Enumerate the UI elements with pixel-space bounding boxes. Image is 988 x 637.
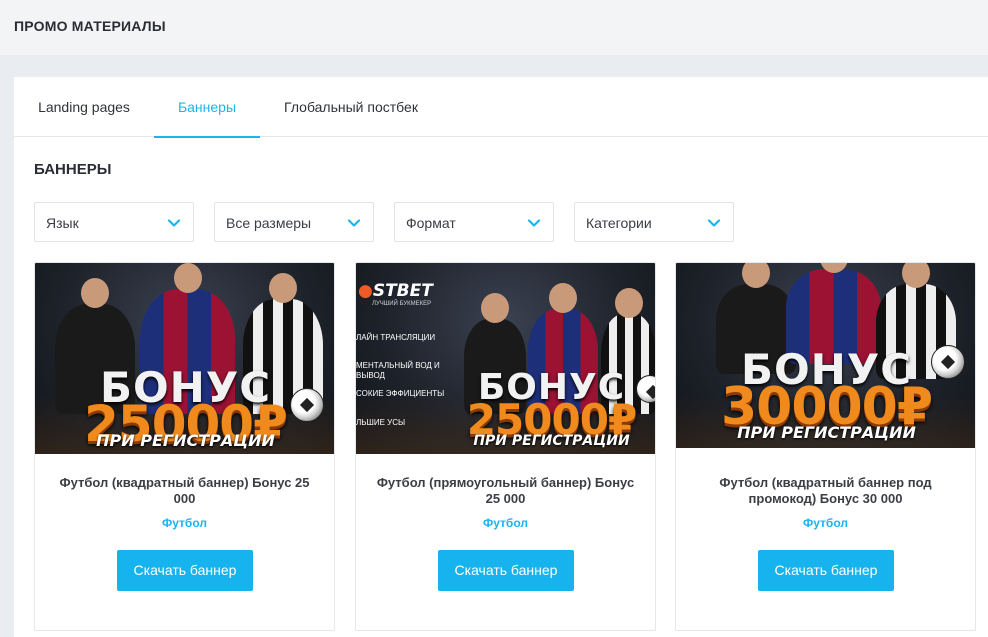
banner-subtitle: ПРИ РЕГИСТРАЦИИ <box>96 431 275 450</box>
select-value: Категории <box>586 215 652 231</box>
card-title: Футбол (квадратный баннер) Бонус 25 000 <box>59 475 310 506</box>
chevron-down-icon <box>347 219 361 227</box>
banner-card: ●STBET ЛУЧШИЙ БУКМЕКЕР ЛАЙН ТРАНСЛЯЦИИ М… <box>355 262 656 631</box>
language-select[interactable]: Язык <box>34 202 194 242</box>
select-value: Язык <box>46 215 79 231</box>
card-title: Футбол (квадратный баннер под промокод) … <box>719 475 932 506</box>
football-icon <box>636 375 655 403</box>
banner-image: ●STBET ЛУЧШИЙ БУКМЕКЕР ЛАЙН ТРАНСЛЯЦИИ М… <box>356 263 655 454</box>
card-title: Футбол (прямоугольный баннер) Бонус 25 0… <box>376 475 635 506</box>
download-banner-button[interactable]: Скачать баннер <box>438 550 574 591</box>
banner-subtitle: ПРИ РЕГИСТРАЦИИ <box>737 423 916 442</box>
category-select[interactable]: Категории <box>574 202 734 242</box>
banner-feature: МЕНТАЛЬНЫЙ ВОД И ВЫВОД <box>356 361 440 380</box>
card-category[interactable]: Футбол <box>35 516 334 530</box>
chevron-down-icon <box>167 219 181 227</box>
football-icon <box>931 345 965 379</box>
banner-feature: ЛЬШИЕ УСЫ <box>356 418 406 427</box>
select-value: Все размеры <box>226 215 312 231</box>
page-title: ПРОМО МАТЕРИАЛЫ <box>14 18 166 34</box>
chevron-down-icon <box>527 219 541 227</box>
banner-subtitle: ПРИ РЕГИСТРАЦИИ <box>473 433 630 449</box>
tab-global-postback[interactable]: Глобальный постбек <box>268 77 434 137</box>
football-icon <box>290 388 324 422</box>
banner-feature: ЛАЙН ТРАНСЛЯЦИИ <box>356 333 436 342</box>
tab-bar: Landing pages Баннеры Глобальный постбек <box>14 77 988 138</box>
format-select[interactable]: Формат <box>394 202 554 242</box>
download-banner-button[interactable]: Скачать баннер <box>117 550 253 591</box>
banner-image: БОНУС 30000₽ ПРИ РЕГИСТРАЦИИ <box>676 263 975 454</box>
banner-card: БОНУС 30000₽ ПРИ РЕГИСТРАЦИИ Футбол (ква… <box>675 262 976 631</box>
banner-feature: СОКИЕ ЭФФИЦИЕНТЫ <box>356 389 445 398</box>
banner-steps-strip <box>676 448 975 454</box>
select-value: Формат <box>406 215 456 231</box>
banner-card: БОНУС 25000₽ ПРИ РЕГИСТРАЦИИ Футбол (ква… <box>34 262 335 631</box>
chevron-down-icon <box>707 219 721 227</box>
size-select[interactable]: Все размеры <box>214 202 374 242</box>
card-category[interactable]: Футбол <box>676 516 975 530</box>
download-banner-button[interactable]: Скачать баннер <box>758 550 894 591</box>
promo-panel: Landing pages Баннеры Глобальный постбек… <box>14 77 988 637</box>
section-title: БАННЕРЫ <box>34 161 112 178</box>
top-bar: ПРОМО МАТЕРИАЛЫ <box>0 0 988 55</box>
tab-landing-pages[interactable]: Landing pages <box>14 77 154 137</box>
card-category[interactable]: Футбол <box>356 516 655 530</box>
brand-logo: ●STBET <box>358 281 433 301</box>
tab-banners[interactable]: Баннеры <box>154 77 260 138</box>
banner-image: БОНУС 25000₽ ПРИ РЕГИСТРАЦИИ <box>35 263 334 454</box>
brand-tagline: ЛУЧШИЙ БУКМЕКЕР <box>372 301 432 307</box>
